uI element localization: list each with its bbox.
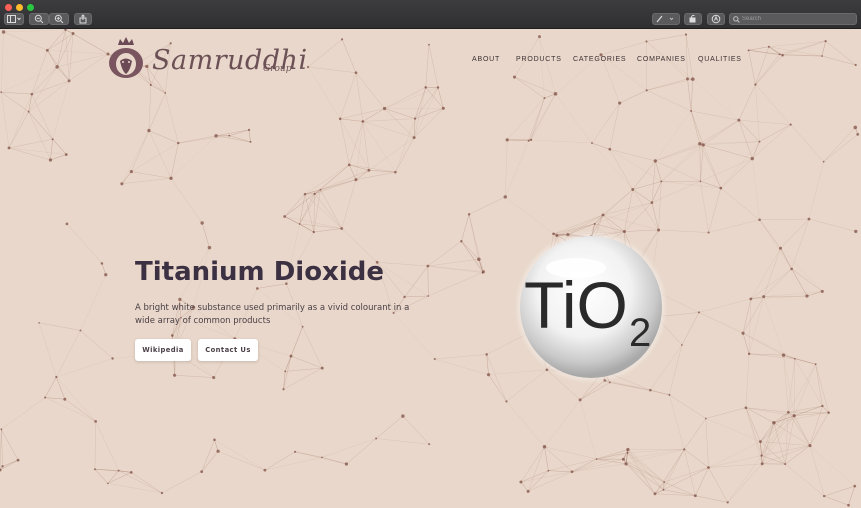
search-field[interactable] (729, 13, 857, 25)
window-toolbar (0, 0, 861, 29)
nav-products[interactable]: PRODUCTS (516, 56, 562, 63)
search-icon (733, 16, 740, 23)
zoom-in-icon (54, 14, 64, 24)
annotate-icon (711, 14, 721, 24)
network-background (0, 29, 860, 507)
search-input[interactable] (742, 14, 852, 24)
contact-us-button[interactable]: Contact Us (198, 339, 258, 361)
brand-sub: Group (263, 64, 292, 74)
sidebar-toggle-button[interactable] (4, 13, 24, 25)
share-button[interactable] (74, 13, 92, 25)
rotate-icon (689, 14, 696, 23)
zoom-out-button[interactable] (29, 13, 49, 25)
nav-companies[interactable]: COMPANIES (637, 56, 686, 63)
webpage: Samruddhi Group ABOUT PRODUCTS CATEGORIE… (0, 29, 861, 508)
formula-symbol: TiO (524, 268, 628, 342)
hero-title: Titanium Dioxide (135, 257, 384, 287)
window-zoom-button[interactable] (27, 4, 34, 11)
pen-icon (656, 15, 674, 23)
markup-button[interactable] (652, 13, 680, 25)
brand-logo[interactable]: Samruddhi Group (106, 37, 307, 83)
hero-description: A bright white substance used primarily … (135, 303, 410, 326)
window-close-button[interactable] (5, 4, 12, 11)
window-minimize-button[interactable] (16, 4, 23, 11)
network-nodes (0, 29, 860, 507)
rotate-button[interactable] (684, 13, 702, 25)
formula-subscript: 2 (629, 311, 651, 355)
tio2-sphere: TiO 2 (514, 230, 668, 384)
annotate-button[interactable] (707, 13, 725, 25)
network-lines (0, 29, 858, 506)
nav-qualities[interactable]: QUALITIES (698, 56, 742, 63)
share-icon (79, 14, 87, 24)
nav-categories[interactable]: CATEGORIES (573, 56, 626, 63)
zoom-out-icon (34, 14, 44, 24)
nav-about[interactable]: ABOUT (472, 56, 500, 63)
zoom-in-button[interactable] (49, 13, 69, 25)
wikipedia-button[interactable]: Wikipedia (135, 339, 191, 361)
sidebar-icon (7, 15, 21, 23)
lion-crown-icon (109, 37, 143, 78)
